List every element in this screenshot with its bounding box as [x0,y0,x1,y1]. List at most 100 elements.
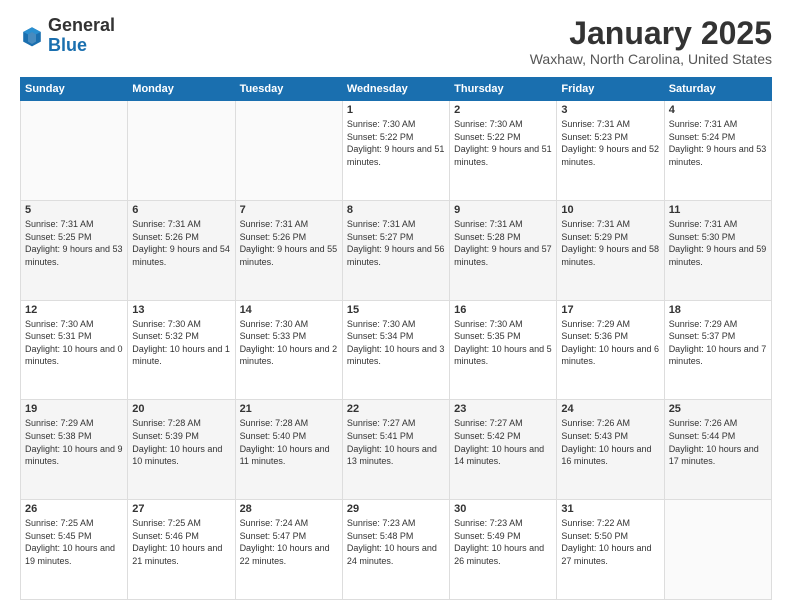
day-info: Sunrise: 7:31 AM Sunset: 5:26 PM Dayligh… [240,218,338,268]
day-number: 9 [454,204,552,216]
day-info: Sunrise: 7:31 AM Sunset: 5:26 PM Dayligh… [132,218,230,268]
calendar-day: 10 Sunrise: 7:31 AM Sunset: 5:29 PM Dayli… [557,200,664,300]
calendar-day: 29 Sunrise: 7:23 AM Sunset: 5:48 PM Dayli… [342,500,449,600]
day-number: 3 [561,104,659,116]
day-number: 18 [669,304,767,316]
day-info: Sunrise: 7:23 AM Sunset: 5:49 PM Dayligh… [454,517,552,567]
day-info: Sunrise: 7:26 AM Sunset: 5:44 PM Dayligh… [669,417,767,467]
calendar-day [21,101,128,201]
location: Waxhaw, North Carolina, United States [530,51,772,67]
day-info: Sunrise: 7:25 AM Sunset: 5:46 PM Dayligh… [132,517,230,567]
calendar-header-saturday: Saturday [664,78,771,101]
day-info: Sunrise: 7:22 AM Sunset: 5:50 PM Dayligh… [561,517,659,567]
day-number: 8 [347,204,445,216]
calendar-week-row: 5Sunrise: 7:31 AM Sunset: 5:25 PM Daylig… [21,200,772,300]
calendar-day: 5Sunrise: 7:31 AM Sunset: 5:25 PM Daylig… [21,200,128,300]
calendar-day: 11 Sunrise: 7:31 AM Sunset: 5:30 PM Dayli… [664,200,771,300]
day-number: 20 [132,403,230,415]
calendar-day: 8Sunrise: 7:31 AM Sunset: 5:27 PM Daylig… [342,200,449,300]
day-info: Sunrise: 7:30 AM Sunset: 5:22 PM Dayligh… [347,118,445,168]
day-number: 10 [561,204,659,216]
day-info: Sunrise: 7:30 AM Sunset: 5:35 PM Dayligh… [454,318,552,368]
calendar-day: 23 Sunrise: 7:27 AM Sunset: 5:42 PM Dayli… [450,400,557,500]
calendar-day: 26 Sunrise: 7:25 AM Sunset: 5:45 PM Dayli… [21,500,128,600]
day-number: 6 [132,204,230,216]
calendar-day: 9 Sunrise: 7:31 AM Sunset: 5:28 PM Daylig… [450,200,557,300]
day-info: Sunrise: 7:24 AM Sunset: 5:47 PM Dayligh… [240,517,338,567]
page: General Blue January 2025 Waxhaw, North … [0,0,792,612]
day-number: 24 [561,403,659,415]
calendar-day: 2Sunrise: 7:30 AM Sunset: 5:22 PM Daylig… [450,101,557,201]
calendar-day [664,500,771,600]
calendar-header-thursday: Thursday [450,78,557,101]
calendar-week-row: 19 Sunrise: 7:29 AM Sunset: 5:38 PM Dayli… [21,400,772,500]
day-number: 23 [454,403,552,415]
day-number: 2 [454,104,552,116]
calendar-day: 6 Sunrise: 7:31 AM Sunset: 5:26 PM Daylig… [128,200,235,300]
day-info: Sunrise: 7:29 AM Sunset: 5:37 PM Dayligh… [669,318,767,368]
calendar-day [235,101,342,201]
calendar-day: 27 Sunrise: 7:25 AM Sunset: 5:46 PM Dayli… [128,500,235,600]
day-info: Sunrise: 7:31 AM Sunset: 5:23 PM Dayligh… [561,118,659,168]
calendar-header-sunday: Sunday [21,78,128,101]
day-info: Sunrise: 7:31 AM Sunset: 5:30 PM Dayligh… [669,218,767,268]
calendar-day: 19 Sunrise: 7:29 AM Sunset: 5:38 PM Dayli… [21,400,128,500]
calendar-header-monday: Monday [128,78,235,101]
calendar-day: 4 Sunrise: 7:31 AM Sunset: 5:24 PM Daylig… [664,101,771,201]
calendar-day: 16Sunrise: 7:30 AM Sunset: 5:35 PM Dayli… [450,300,557,400]
day-info: Sunrise: 7:25 AM Sunset: 5:45 PM Dayligh… [25,517,123,567]
calendar-day: 24 Sunrise: 7:26 AM Sunset: 5:43 PM Dayli… [557,400,664,500]
day-number: 14 [240,304,338,316]
day-info: Sunrise: 7:31 AM Sunset: 5:28 PM Dayligh… [454,218,552,268]
day-info: Sunrise: 7:29 AM Sunset: 5:38 PM Dayligh… [25,417,123,467]
header: General Blue January 2025 Waxhaw, North … [20,16,772,67]
day-number: 27 [132,503,230,515]
day-number: 28 [240,503,338,515]
calendar-day: 21 Sunrise: 7:28 AM Sunset: 5:40 PM Dayli… [235,400,342,500]
day-info: Sunrise: 7:23 AM Sunset: 5:48 PM Dayligh… [347,517,445,567]
day-number: 1 [347,104,445,116]
calendar-day: 20 Sunrise: 7:28 AM Sunset: 5:39 PM Dayli… [128,400,235,500]
calendar-week-row: 26 Sunrise: 7:25 AM Sunset: 5:45 PM Dayli… [21,500,772,600]
day-info: Sunrise: 7:30 AM Sunset: 5:33 PM Dayligh… [240,318,338,368]
calendar-week-row: 1 Sunrise: 7:30 AM Sunset: 5:22 PM Daylig… [21,101,772,201]
day-info: Sunrise: 7:28 AM Sunset: 5:39 PM Dayligh… [132,417,230,467]
calendar-day: 31Sunrise: 7:22 AM Sunset: 5:50 PM Dayli… [557,500,664,600]
calendar-header-wednesday: Wednesday [342,78,449,101]
day-number: 17 [561,304,659,316]
logo-blue: Blue [48,35,87,55]
day-info: Sunrise: 7:31 AM Sunset: 5:24 PM Dayligh… [669,118,767,168]
calendar-header-tuesday: Tuesday [235,78,342,101]
calendar-day: 17Sunrise: 7:29 AM Sunset: 5:36 PM Dayli… [557,300,664,400]
day-number: 19 [25,403,123,415]
calendar-day: 28 Sunrise: 7:24 AM Sunset: 5:47 PM Dayli… [235,500,342,600]
logo-general: General [48,15,115,35]
day-number: 26 [25,503,123,515]
calendar-day: 30 Sunrise: 7:23 AM Sunset: 5:49 PM Dayli… [450,500,557,600]
day-number: 4 [669,104,767,116]
day-number: 25 [669,403,767,415]
day-info: Sunrise: 7:28 AM Sunset: 5:40 PM Dayligh… [240,417,338,467]
day-info: Sunrise: 7:27 AM Sunset: 5:42 PM Dayligh… [454,417,552,467]
calendar-table: SundayMondayTuesdayWednesdayThursdayFrid… [20,77,772,600]
day-info: Sunrise: 7:30 AM Sunset: 5:31 PM Dayligh… [25,318,123,368]
calendar-day: 15Sunrise: 7:30 AM Sunset: 5:34 PM Dayli… [342,300,449,400]
calendar-week-row: 12Sunrise: 7:30 AM Sunset: 5:31 PM Dayli… [21,300,772,400]
day-info: Sunrise: 7:30 AM Sunset: 5:34 PM Dayligh… [347,318,445,368]
calendar-day: 12Sunrise: 7:30 AM Sunset: 5:31 PM Dayli… [21,300,128,400]
day-info: Sunrise: 7:30 AM Sunset: 5:32 PM Dayligh… [132,318,230,368]
title-section: January 2025 Waxhaw, North Carolina, Uni… [530,16,772,67]
day-info: Sunrise: 7:26 AM Sunset: 5:43 PM Dayligh… [561,417,659,467]
day-number: 21 [240,403,338,415]
calendar-day: 7Sunrise: 7:31 AM Sunset: 5:26 PM Daylig… [235,200,342,300]
day-number: 29 [347,503,445,515]
day-info: Sunrise: 7:27 AM Sunset: 5:41 PM Dayligh… [347,417,445,467]
day-number: 30 [454,503,552,515]
logo: General Blue [20,16,115,56]
logo-icon [20,24,44,48]
calendar-day: 13Sunrise: 7:30 AM Sunset: 5:32 PM Dayli… [128,300,235,400]
calendar-day: 22Sunrise: 7:27 AM Sunset: 5:41 PM Dayli… [342,400,449,500]
day-number: 11 [669,204,767,216]
day-info: Sunrise: 7:31 AM Sunset: 5:29 PM Dayligh… [561,218,659,268]
calendar-day [128,101,235,201]
